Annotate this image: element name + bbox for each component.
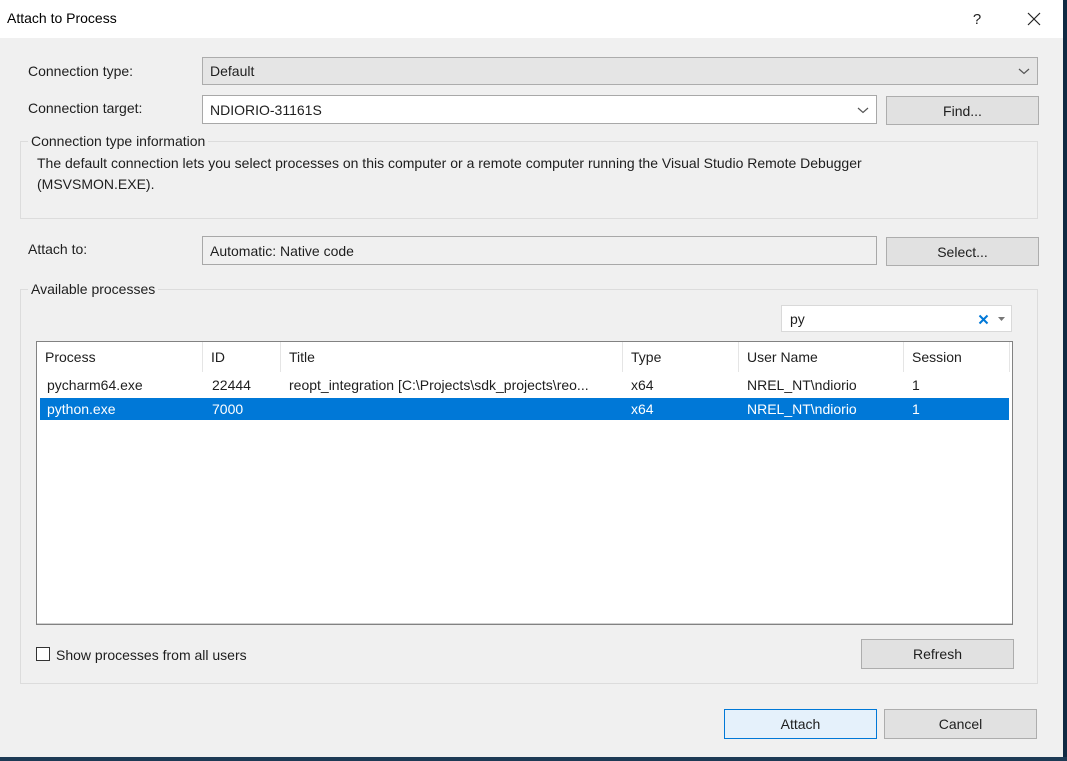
cell-user-name: NREL_NT\ndiorio: [747, 401, 857, 417]
close-button[interactable]: [1012, 0, 1056, 38]
process-list-header: Process ID Title Type User Name Session: [37, 342, 1012, 372]
column-header-id[interactable]: ID: [203, 342, 281, 372]
close-icon: [1027, 12, 1041, 26]
attach-to-label: Attach to:: [28, 241, 88, 257]
attach-button[interactable]: Attach: [724, 709, 877, 739]
available-processes-title: Available processes: [28, 281, 159, 297]
cell-title: [289, 398, 624, 420]
connection-target-combobox[interactable]: NDIORIO-31161S: [202, 95, 877, 124]
connection-type-value: Default: [210, 63, 255, 79]
window-border-right: [1063, 0, 1067, 761]
connection-type-label: Connection type:: [28, 63, 134, 79]
connection-target-label: Connection target:: [28, 100, 143, 116]
cancel-button[interactable]: Cancel: [884, 709, 1037, 739]
attach-to-value: Automatic: Native code: [210, 242, 354, 259]
title-bar: [0, 0, 1063, 38]
process-filter-input[interactable]: py: [781, 305, 1012, 332]
column-header-user-name[interactable]: User Name: [739, 342, 904, 372]
column-header-title[interactable]: Title: [281, 342, 623, 372]
window-border-bottom: [0, 757, 1067, 761]
process-filter-value: py: [790, 310, 805, 327]
process-row[interactable]: pycharm64.exe 22444 reopt_integration [C…: [40, 374, 1009, 396]
column-header-session[interactable]: Session: [904, 342, 1010, 372]
chevron-down-icon: [1018, 68, 1030, 75]
cell-title: reopt_integration [C:\Projects\sdk_proje…: [289, 377, 589, 393]
column-header-process[interactable]: Process: [37, 342, 203, 372]
process-row-selected[interactable]: python.exe 7000 x64 NREL_NT\ndiorio 1: [40, 398, 1009, 420]
cell-type: x64: [631, 377, 654, 393]
cell-process: pycharm64.exe: [47, 377, 143, 393]
clear-icon[interactable]: [978, 314, 989, 325]
connection-info-title: Connection type information: [28, 133, 209, 149]
window-title: Attach to Process: [7, 10, 117, 26]
cell-type: x64: [631, 401, 654, 417]
chevron-down-icon[interactable]: [856, 105, 870, 115]
refresh-button[interactable]: Refresh: [861, 639, 1014, 669]
cell-id: 22444: [212, 377, 251, 393]
cell-id: 7000: [212, 401, 244, 417]
find-button[interactable]: Find...: [886, 96, 1039, 125]
column-header-type[interactable]: Type: [623, 342, 739, 372]
help-button[interactable]: ?: [960, 0, 994, 38]
attach-to-field: Automatic: Native code: [202, 236, 877, 265]
connection-info-text-1: The default connection lets you select p…: [37, 155, 862, 171]
connection-type-dropdown[interactable]: Default: [202, 57, 1038, 85]
select-button[interactable]: Select...: [886, 237, 1039, 266]
cell-session: 1: [912, 401, 920, 417]
show-all-users-checkbox[interactable]: [36, 647, 50, 661]
process-list[interactable]: Process ID Title Type User Name Session …: [36, 341, 1013, 625]
connection-info-text-2: (MSVSMON.EXE).: [37, 176, 155, 192]
connection-target-value: NDIORIO-31161S: [210, 101, 322, 118]
show-all-users-label[interactable]: Show processes from all users: [56, 647, 247, 663]
cell-process: python.exe: [47, 401, 116, 417]
cell-user-name: NREL_NT\ndiorio: [747, 377, 857, 393]
dropdown-arrow-icon[interactable]: [998, 317, 1005, 322]
cell-session: 1: [912, 377, 920, 393]
